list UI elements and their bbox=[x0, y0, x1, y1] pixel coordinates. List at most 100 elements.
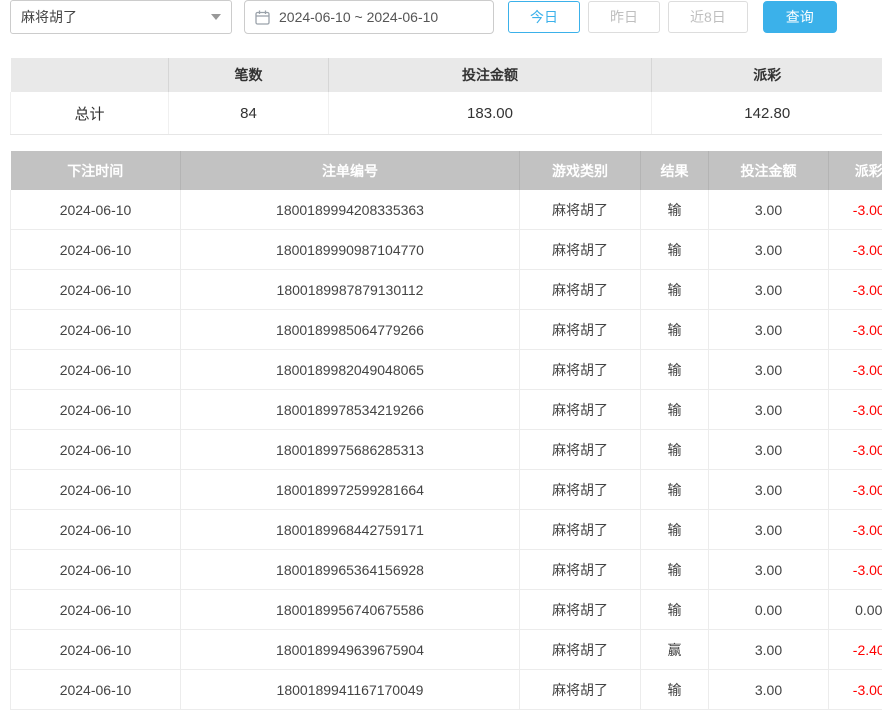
cell-order-number: 1800189994208335363 bbox=[181, 190, 520, 230]
cell-game-type: 麻将胡了 bbox=[520, 550, 641, 590]
table-row: 2024-06-101800189978534219266麻将胡了输3.00-3… bbox=[11, 390, 882, 430]
cell-payout: -3.00 bbox=[829, 310, 882, 350]
cell-game-type: 麻将胡了 bbox=[520, 310, 641, 350]
cell-result: 输 bbox=[641, 230, 709, 270]
cell-bet-amount: 3.00 bbox=[709, 190, 829, 230]
cell-result: 输 bbox=[641, 430, 709, 470]
cell-game-type: 麻将胡了 bbox=[520, 230, 641, 270]
today-button[interactable]: 今日 bbox=[508, 1, 580, 33]
cell-order-number: 1800189982049048065 bbox=[181, 350, 520, 390]
records-header-row: 下注时间 注单编号 游戏类别 结果 投注金额 派彩 bbox=[11, 151, 882, 190]
table-row: 2024-06-101800189975686285313麻将胡了输3.00-3… bbox=[11, 430, 882, 470]
cell-payout: -3.00 bbox=[829, 270, 882, 310]
summary-header-bet-amount: 投注金额 bbox=[329, 58, 652, 92]
cell-bet-time: 2024-06-10 bbox=[11, 350, 181, 390]
cell-payout: -3.00 bbox=[829, 670, 882, 710]
cell-order-number: 1800189972599281664 bbox=[181, 470, 520, 510]
cell-payout: 0.00 bbox=[829, 590, 882, 630]
query-button[interactable]: 查询 bbox=[763, 1, 837, 33]
cell-bet-time: 2024-06-10 bbox=[11, 590, 181, 630]
cell-bet-time: 2024-06-10 bbox=[11, 550, 181, 590]
table-row: 2024-06-101800189949639675904麻将胡了赢3.00-2… bbox=[11, 630, 882, 670]
cell-bet-amount: 3.00 bbox=[709, 390, 829, 430]
table-row: 2024-06-101800189987879130112麻将胡了输3.00-3… bbox=[11, 270, 882, 310]
table-row: 2024-06-101800189968442759171麻将胡了输3.00-3… bbox=[11, 510, 882, 550]
filter-toolbar: 麻将胡了 2024-06-10 ~ 2024-06-10 今日 昨日 近8日 查… bbox=[10, 1, 882, 33]
cell-bet-time: 2024-06-10 bbox=[11, 510, 181, 550]
summary-total-bet: 183.00 bbox=[329, 92, 652, 135]
cell-game-type: 麻将胡了 bbox=[520, 590, 641, 630]
cell-game-type: 麻将胡了 bbox=[520, 270, 641, 310]
cell-bet-time: 2024-06-10 bbox=[11, 310, 181, 350]
cell-game-type: 麻将胡了 bbox=[520, 670, 641, 710]
chevron-down-icon bbox=[211, 14, 221, 20]
cell-result: 输 bbox=[641, 190, 709, 230]
cell-bet-amount: 3.00 bbox=[709, 670, 829, 710]
cell-order-number: 1800189978534219266 bbox=[181, 390, 520, 430]
table-row: 2024-06-101800189941167170049麻将胡了输3.00-3… bbox=[11, 670, 882, 710]
summary-total-payout: 142.80 bbox=[652, 92, 882, 135]
date-range-picker[interactable]: 2024-06-10 ~ 2024-06-10 bbox=[244, 0, 494, 34]
last8days-button[interactable]: 近8日 bbox=[668, 1, 748, 33]
cell-result: 赢 bbox=[641, 630, 709, 670]
cell-game-type: 麻将胡了 bbox=[520, 190, 641, 230]
cell-bet-time: 2024-06-10 bbox=[11, 670, 181, 710]
cell-result: 输 bbox=[641, 350, 709, 390]
cell-order-number: 1800189941167170049 bbox=[181, 670, 520, 710]
cell-game-type: 麻将胡了 bbox=[520, 350, 641, 390]
cell-payout: -2.40 bbox=[829, 630, 882, 670]
cell-payout: -3.00 bbox=[829, 430, 882, 470]
cell-result: 输 bbox=[641, 390, 709, 430]
cell-result: 输 bbox=[641, 670, 709, 710]
game-select-value: 麻将胡了 bbox=[21, 7, 77, 27]
cell-bet-time: 2024-06-10 bbox=[11, 270, 181, 310]
cell-game-type: 麻将胡了 bbox=[520, 630, 641, 670]
cell-bet-amount: 3.00 bbox=[709, 550, 829, 590]
summary-header-payout: 派彩 bbox=[652, 58, 882, 92]
cell-order-number: 1800189956740675586 bbox=[181, 590, 520, 630]
cell-result: 输 bbox=[641, 310, 709, 350]
table-row: 2024-06-101800189982049048065麻将胡了输3.00-3… bbox=[11, 350, 882, 390]
summary-total-label: 总计 bbox=[11, 92, 169, 135]
cell-bet-time: 2024-06-10 bbox=[11, 190, 181, 230]
col-header-order-number: 注单编号 bbox=[181, 151, 520, 190]
cell-payout: -3.00 bbox=[829, 230, 882, 270]
summary-total-count: 84 bbox=[169, 92, 329, 135]
date-range-value: 2024-06-10 ~ 2024-06-10 bbox=[279, 9, 438, 25]
table-row: 2024-06-101800189990987104770麻将胡了输3.00-3… bbox=[11, 230, 882, 270]
col-header-bet-time: 下注时间 bbox=[11, 151, 181, 190]
cell-order-number: 1800189985064779266 bbox=[181, 310, 520, 350]
cell-bet-time: 2024-06-10 bbox=[11, 390, 181, 430]
table-row: 2024-06-101800189985064779266麻将胡了输3.00-3… bbox=[11, 310, 882, 350]
cell-game-type: 麻将胡了 bbox=[520, 470, 641, 510]
table-row: 2024-06-101800189972599281664麻将胡了输3.00-3… bbox=[11, 470, 882, 510]
cell-order-number: 1800189975686285313 bbox=[181, 430, 520, 470]
cell-bet-amount: 3.00 bbox=[709, 630, 829, 670]
yesterday-button[interactable]: 昨日 bbox=[588, 1, 660, 33]
cell-payout: -3.00 bbox=[829, 550, 882, 590]
game-select[interactable]: 麻将胡了 bbox=[10, 0, 232, 34]
cell-payout: -3.00 bbox=[829, 470, 882, 510]
calendar-icon bbox=[255, 10, 270, 25]
col-header-result: 结果 bbox=[641, 151, 709, 190]
summary-total-row: 总计 84 183.00 142.80 bbox=[11, 92, 882, 135]
cell-bet-amount: 3.00 bbox=[709, 510, 829, 550]
cell-bet-time: 2024-06-10 bbox=[11, 430, 181, 470]
cell-game-type: 麻将胡了 bbox=[520, 390, 641, 430]
cell-bet-time: 2024-06-10 bbox=[11, 230, 181, 270]
cell-game-type: 麻将胡了 bbox=[520, 430, 641, 470]
summary-header-count: 笔数 bbox=[169, 58, 329, 92]
cell-bet-time: 2024-06-10 bbox=[11, 630, 181, 670]
records-table: 下注时间 注单编号 游戏类别 结果 投注金额 派彩 2024-06-101800… bbox=[10, 151, 882, 710]
cell-result: 输 bbox=[641, 550, 709, 590]
col-header-game-type: 游戏类别 bbox=[520, 151, 641, 190]
cell-order-number: 1800189949639675904 bbox=[181, 630, 520, 670]
cell-order-number: 1800189987879130112 bbox=[181, 270, 520, 310]
cell-order-number: 1800189968442759171 bbox=[181, 510, 520, 550]
cell-bet-amount: 3.00 bbox=[709, 430, 829, 470]
col-header-bet-amount: 投注金额 bbox=[709, 151, 829, 190]
table-row: 2024-06-101800189956740675586麻将胡了输0.000.… bbox=[11, 590, 882, 630]
cell-order-number: 1800189965364156928 bbox=[181, 550, 520, 590]
cell-bet-amount: 3.00 bbox=[709, 310, 829, 350]
table-row: 2024-06-101800189965364156928麻将胡了输3.00-3… bbox=[11, 550, 882, 590]
